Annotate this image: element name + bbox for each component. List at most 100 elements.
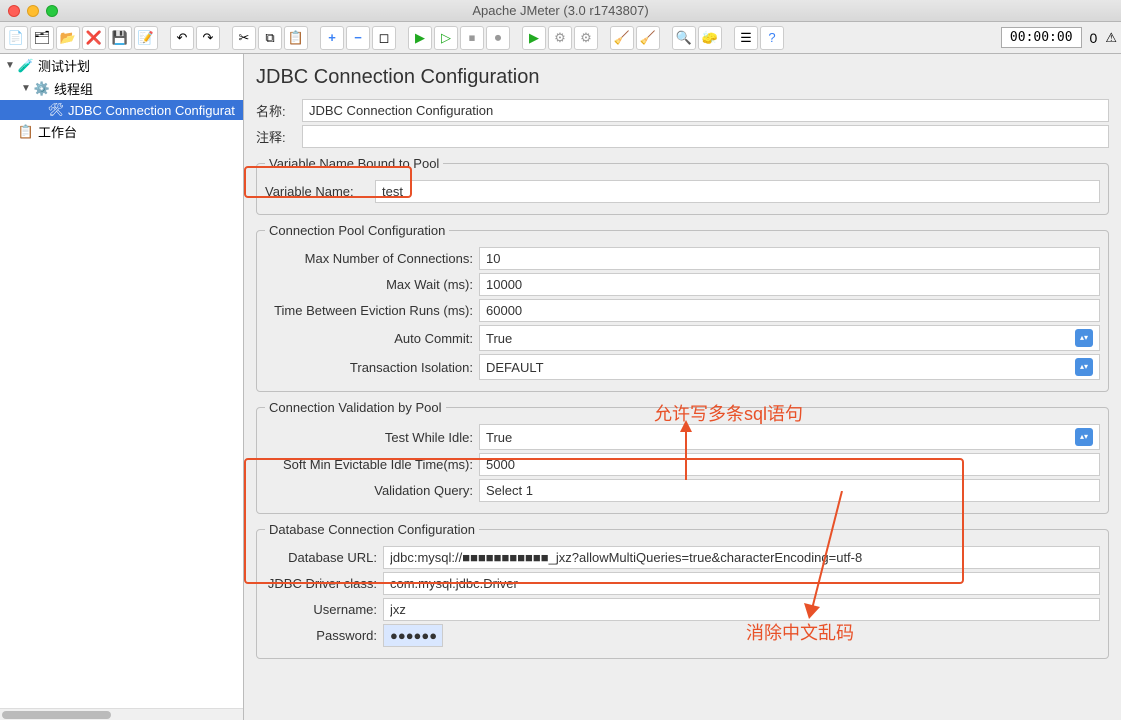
clipboard-icon: 📋 [18, 124, 34, 140]
content-panel: JDBC Connection Configuration 名称: 注释: Va… [244, 54, 1121, 720]
db-url-label: Database URL: [265, 550, 383, 565]
tree-thread-group[interactable]: ▼ ⚙️ 线程组 [0, 77, 243, 100]
help-icon: ? [768, 30, 775, 45]
disclosure-down-icon[interactable]: ▼ [4, 60, 16, 72]
tools-icon: 🛠 [48, 102, 64, 118]
eviction-input[interactable] [479, 299, 1100, 322]
soft-min-label: Soft Min Evictable Idle Time(ms): [265, 457, 479, 472]
close-icon: ❌ [86, 30, 102, 46]
pass-label: Password: [265, 628, 383, 643]
play-outline-icon: ▷ [441, 30, 451, 46]
expand-button[interactable]: + [320, 26, 344, 50]
tx-iso-value: DEFAULT [486, 360, 544, 375]
save-as-button[interactable]: 📝 [134, 26, 158, 50]
redo-icon: ↷ [203, 30, 214, 46]
name-input[interactable] [302, 99, 1109, 122]
plus-icon: + [328, 30, 336, 45]
search-button[interactable]: 🔍 [672, 26, 696, 50]
window-controls [8, 5, 58, 17]
tree-workbench[interactable]: 📋 工作台 [0, 120, 243, 143]
db-connection-fieldset: Database Connection Configuration Databa… [256, 522, 1109, 659]
tree-jdbc-config[interactable]: 🛠 JDBC Connection Configurat [0, 100, 243, 120]
save-button[interactable]: 💾 [108, 26, 132, 50]
validation-legend: Connection Validation by Pool [265, 400, 446, 415]
test-idle-label: Test While Idle: [265, 430, 479, 445]
clear-button[interactable]: 🧹 [610, 26, 634, 50]
zoom-window-button[interactable] [46, 5, 58, 17]
tx-iso-label: Transaction Isolation: [265, 360, 479, 375]
cut-icon: ✂ [239, 30, 250, 46]
paste-button[interactable]: 📋 [284, 26, 308, 50]
shutdown-button[interactable]: ⏺ [486, 26, 510, 50]
pass-input[interactable] [383, 624, 443, 647]
clear-all-button[interactable]: 🧹 [636, 26, 660, 50]
run-button[interactable]: ▶ [408, 26, 432, 50]
connection-pool-legend: Connection Pool Configuration [265, 223, 449, 238]
soft-min-input[interactable] [479, 453, 1100, 476]
chevron-updown-icon: ▴▾ [1075, 329, 1093, 347]
max-wait-label: Max Wait (ms): [265, 277, 479, 292]
copy-button[interactable]: ⧉ [258, 26, 282, 50]
save-icon: 💾 [112, 30, 128, 46]
disclosure-down-icon[interactable]: ▼ [20, 83, 32, 95]
var-name-input[interactable] [375, 180, 1100, 203]
comment-label: 注释: [256, 127, 302, 146]
broom-icon: 🧹 [614, 30, 630, 46]
chevron-updown-icon: ▴▾ [1075, 358, 1093, 376]
remote-start-button[interactable]: ▶ [522, 26, 546, 50]
cut-button[interactable]: ✂ [232, 26, 256, 50]
flask-icon: 🧪 [18, 58, 34, 74]
gear-icon: ⚙️ [34, 81, 50, 97]
sidebar-hscroll-thumb[interactable] [2, 711, 111, 719]
templates-button[interactable]: 🗂 [30, 26, 54, 50]
tx-iso-select[interactable]: DEFAULT ▴▾ [479, 354, 1100, 380]
tree-root-test-plan[interactable]: ▼ 🧪 测试计划 [0, 54, 243, 77]
close-window-button[interactable] [8, 5, 20, 17]
warning-icon: ⚠ [1105, 30, 1117, 46]
db-url-input[interactable] [383, 546, 1100, 569]
close-button[interactable]: ❌ [82, 26, 106, 50]
open-button[interactable]: 📂 [56, 26, 80, 50]
validation-q-label: Validation Query: [265, 483, 479, 498]
file-icon: 📄 [8, 30, 24, 46]
toggle-icon: ◻ [379, 30, 390, 46]
eviction-label: Time Between Eviction Runs (ms): [265, 303, 479, 318]
window-title: Apache JMeter (3.0 r1743807) [472, 3, 648, 18]
max-conn-input[interactable] [479, 247, 1100, 270]
validation-fieldset: Connection Validation by Pool Test While… [256, 400, 1109, 514]
run-nogui-button[interactable]: ▷ [434, 26, 458, 50]
minus-icon: − [354, 30, 362, 45]
sidebar-hscrollbar[interactable] [0, 708, 243, 720]
window-titlebar: Apache JMeter (3.0 r1743807) [0, 0, 1121, 22]
reset-search-button[interactable]: 🧽 [698, 26, 722, 50]
search-icon: 🔍 [676, 30, 692, 46]
user-input[interactable] [383, 598, 1100, 621]
max-wait-input[interactable] [479, 273, 1100, 296]
undo-button[interactable]: ↶ [170, 26, 194, 50]
new-file-button[interactable]: 📄 [4, 26, 28, 50]
play-icon: ▶ [415, 30, 425, 46]
connection-pool-fieldset: Connection Pool Configuration Max Number… [256, 223, 1109, 392]
collapse-button[interactable]: − [346, 26, 370, 50]
comment-input[interactable] [302, 125, 1109, 148]
auto-commit-select[interactable]: True ▴▾ [479, 325, 1100, 351]
broom-all-icon: 🧹 [640, 30, 656, 46]
help-button[interactable]: ? [760, 26, 784, 50]
folder-open-icon: 📂 [60, 30, 76, 46]
toggle-button[interactable]: ◻ [372, 26, 396, 50]
test-idle-select[interactable]: True ▴▾ [479, 424, 1100, 450]
disclosure-blank [4, 126, 16, 138]
redo-button[interactable]: ↷ [196, 26, 220, 50]
stop-button[interactable]: ⏹ [460, 26, 484, 50]
remote-stop-button[interactable]: ⚙ [574, 26, 598, 50]
tree-label: 工作台 [38, 122, 77, 141]
templates-icon: 🗂 [34, 30, 51, 46]
function-helper-button[interactable]: ☰ [734, 26, 758, 50]
undo-icon: ↶ [177, 30, 188, 46]
driver-input[interactable] [383, 572, 1100, 595]
remote-start-all-button[interactable]: ⚙ [548, 26, 572, 50]
minimize-window-button[interactable] [27, 5, 39, 17]
tree-label: JDBC Connection Configurat [68, 103, 235, 118]
remote-play-icon: ▶ [529, 30, 539, 46]
validation-q-input[interactable] [479, 479, 1100, 502]
